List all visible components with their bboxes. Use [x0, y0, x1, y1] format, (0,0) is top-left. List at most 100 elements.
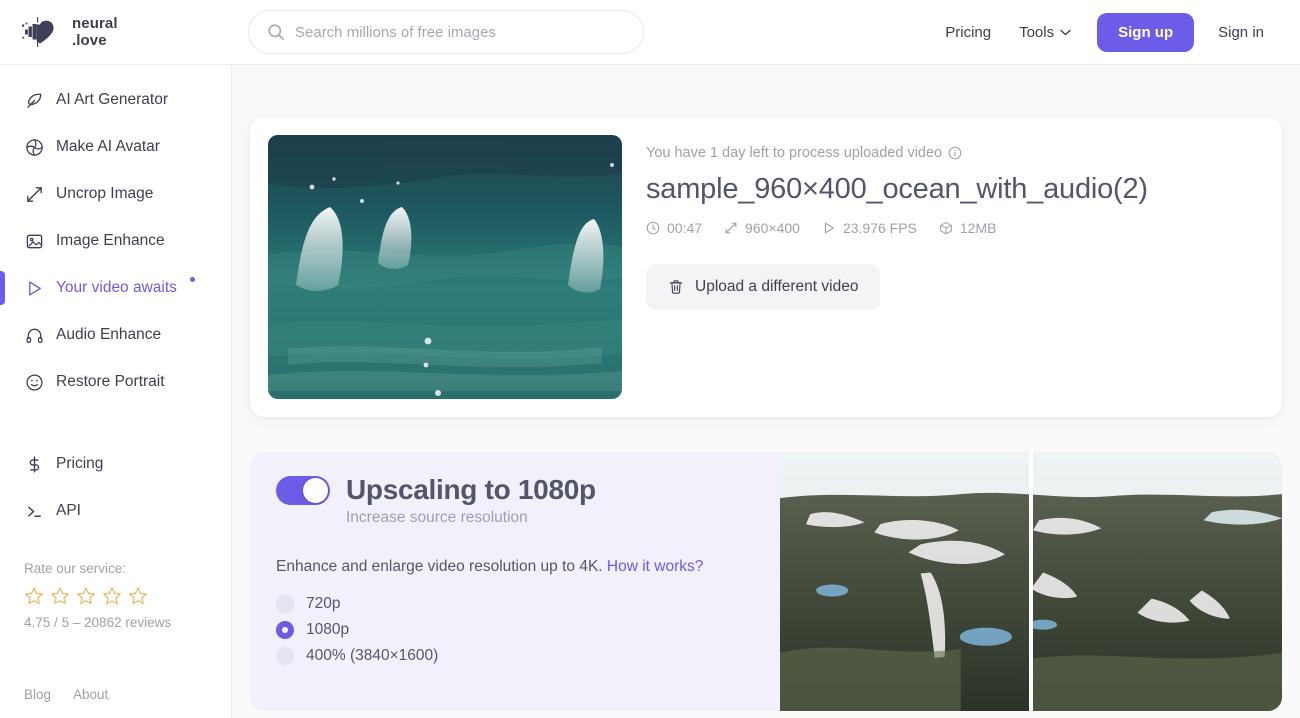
brand-line-2: .love — [72, 32, 118, 49]
nav-pricing-label: Pricing — [945, 24, 991, 41]
sidebar-item-label: Restore Portrait — [56, 373, 165, 391]
meta-duration: 00:47 — [646, 220, 702, 236]
sidebar: AI Art Generator Make AI Avatar — [0, 65, 232, 718]
headphones-icon — [24, 325, 44, 345]
sidebar-item-your-video-awaits[interactable]: Your video awaits — [0, 273, 231, 303]
signup-label: Sign up — [1118, 24, 1173, 41]
chevron-down-icon — [1060, 29, 1071, 36]
upload-different-video-button[interactable]: Upload a different video — [646, 264, 880, 310]
resolution-option-400-percent[interactable]: 400% (3840×1600) — [276, 647, 754, 665]
sidebar-item-label: Make AI Avatar — [56, 138, 160, 156]
expand-arrows-icon — [24, 184, 44, 204]
footer-link-about[interactable]: About — [73, 687, 108, 702]
info-icon[interactable] — [948, 146, 962, 160]
meta-fps: 23.976 FPS — [822, 220, 917, 236]
sidebar-item-api[interactable]: API — [0, 496, 231, 526]
radio-icon[interactable] — [276, 595, 294, 613]
sidebar-item-label: Image Enhance — [56, 232, 165, 250]
video-meta-row: 00:47 960×400 23.976 FPS — [646, 220, 1148, 236]
video-filename: sample_960×400_ocean_with_audio(2) — [646, 173, 1148, 206]
sidebar-item-label: Uncrop Image — [56, 185, 153, 203]
app-root: neural .love Pricing Tools — [0, 0, 1300, 718]
body-row: AI Art Generator Make AI Avatar — [0, 65, 1300, 718]
star-rating[interactable] — [24, 586, 207, 606]
option-label: 720p — [306, 595, 340, 613]
top-header: neural .love Pricing Tools — [0, 0, 1300, 65]
sidebar-item-ai-art-generator[interactable]: AI Art Generator — [0, 85, 231, 115]
resolution-option-1080p[interactable]: 1080p — [276, 621, 754, 639]
sidebar-footer-links: Blog About — [0, 687, 231, 718]
star-icon[interactable] — [128, 586, 148, 606]
sidebar-item-label: Pricing — [56, 455, 103, 473]
meta-value: 23.976 FPS — [843, 220, 917, 236]
play-triangle-icon — [24, 278, 44, 298]
dollar-icon — [24, 454, 44, 474]
upscaling-description-text: Enhance and enlarge video resolution up … — [276, 558, 607, 575]
main-content: You have 1 day left to process uploaded … — [232, 65, 1300, 718]
smiley-icon — [24, 372, 44, 392]
video-details: You have 1 day left to process uploaded … — [646, 135, 1148, 399]
upscaling-description: Enhance and enlarge video resolution up … — [276, 554, 706, 579]
upscaling-preview[interactable] — [780, 452, 1282, 711]
option-label: 400% (3840×1600) — [306, 647, 438, 665]
toggle-knob — [303, 478, 328, 503]
star-icon[interactable] — [50, 586, 70, 606]
sidebar-item-label: API — [56, 502, 81, 520]
nav-tools-label: Tools — [1019, 24, 1054, 41]
meta-resolution: 960×400 — [724, 220, 800, 236]
radio-icon-selected[interactable] — [276, 621, 294, 639]
video-notice: You have 1 day left to process uploaded … — [646, 145, 1148, 161]
feather-icon — [24, 90, 44, 110]
rating-score: 4.75 / 5 – 20862 reviews — [24, 615, 207, 630]
upscaling-settings: Upscaling to 1080p Increase source resol… — [250, 452, 780, 711]
signin-link[interactable]: Sign in — [1204, 16, 1278, 49]
upscaling-subtitle: Increase source resolution — [346, 509, 754, 527]
aperture-icon — [24, 137, 44, 157]
sidebar-item-audio-enhance[interactable]: Audio Enhance — [0, 320, 231, 350]
radio-icon[interactable] — [276, 647, 294, 665]
upscaling-toggle[interactable] — [276, 476, 330, 505]
brand-name: neural .love — [72, 15, 118, 49]
sidebar-item-make-ai-avatar[interactable]: Make AI Avatar — [0, 132, 231, 162]
rating-label: Rate our service: — [24, 561, 207, 576]
footer-link-blog[interactable]: Blog — [24, 687, 51, 702]
upscaling-title: Upscaling to 1080p — [346, 474, 596, 506]
star-icon[interactable] — [102, 586, 122, 606]
pixel-heart-logo-icon — [18, 12, 62, 52]
star-icon[interactable] — [76, 586, 96, 606]
sidebar-divider-space — [0, 414, 231, 449]
resolution-option-720p[interactable]: 720p — [276, 595, 754, 613]
search-input[interactable] — [295, 24, 625, 41]
rating-block: Rate our service: 4.75 / 5 – 20862 revie… — [0, 543, 231, 630]
sidebar-item-label: Audio Enhance — [56, 326, 161, 344]
nav-tools[interactable]: Tools — [1005, 16, 1085, 49]
clock-icon — [646, 221, 660, 235]
play-triangle-icon — [822, 221, 836, 235]
search-icon — [267, 23, 285, 41]
sidebar-item-uncrop-image[interactable]: Uncrop Image — [0, 179, 231, 209]
search-container — [248, 10, 644, 54]
sidebar-item-pricing[interactable]: Pricing — [0, 449, 231, 479]
signin-label: Sign in — [1218, 24, 1264, 41]
upscaling-header: Upscaling to 1080p — [276, 474, 754, 506]
sidebar-item-image-enhance[interactable]: Image Enhance — [0, 226, 231, 256]
image-icon — [24, 231, 44, 251]
brand-logo[interactable]: neural .love — [0, 12, 232, 52]
video-thumbnail[interactable] — [268, 135, 622, 399]
comparison-divider[interactable] — [1029, 452, 1033, 711]
video-info-card: You have 1 day left to process uploaded … — [250, 117, 1282, 417]
notification-dot — [190, 277, 195, 282]
how-it-works-link[interactable]: How it works? — [607, 558, 703, 575]
search-box[interactable] — [248, 10, 644, 54]
upscaling-card: Upscaling to 1080p Increase source resol… — [250, 452, 1282, 711]
brand-line-1: neural — [72, 15, 118, 32]
sidebar-item-label: Your video awaits — [56, 279, 177, 297]
trash-icon — [668, 279, 684, 295]
sidebar-item-restore-portrait[interactable]: Restore Portrait — [0, 367, 231, 397]
meta-filesize: 12MB — [939, 220, 997, 236]
nav-pricing[interactable]: Pricing — [931, 16, 1005, 49]
terminal-icon — [24, 501, 44, 521]
signup-button[interactable]: Sign up — [1097, 13, 1194, 52]
meta-value: 960×400 — [745, 220, 800, 236]
star-icon[interactable] — [24, 586, 44, 606]
